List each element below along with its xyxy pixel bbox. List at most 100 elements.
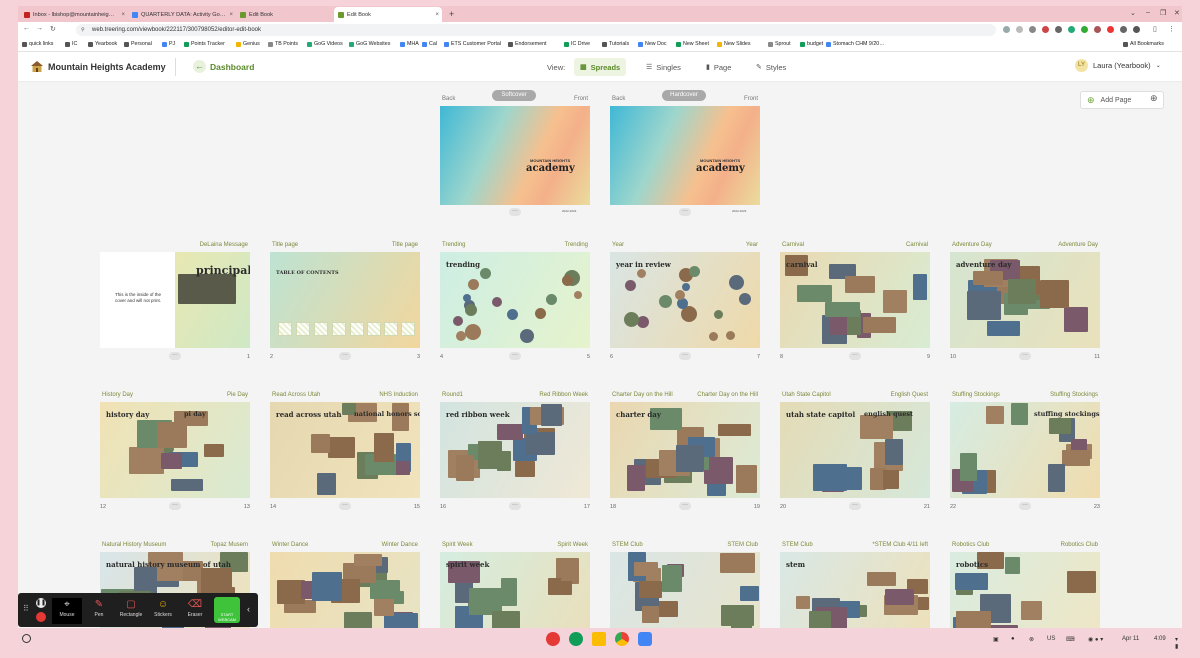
pause-icon[interactable]: ❚❚ xyxy=(36,598,46,608)
view-singles-button[interactable]: ☰ Singles xyxy=(640,58,687,76)
browser-tab-docs[interactable]: QUARTERLY DATA: Activity Go… × xyxy=(128,7,236,22)
tray-icon[interactable]: ⊗ xyxy=(1029,636,1034,643)
tab-search-icon[interactable]: ⌄ xyxy=(1130,9,1136,17)
eraser-tool[interactable]: ⌫ Eraser xyxy=(180,598,210,624)
more-options-icon[interactable]: ··· xyxy=(169,352,181,360)
spread-thumbnail[interactable]: History Day Pie Day history day pi day 12 13 ·… xyxy=(100,392,250,522)
chrome-icon[interactable] xyxy=(615,632,629,646)
spread-thumbnail[interactable]: Carnival Carnival carnival 8 9 ··· xyxy=(780,242,930,372)
extension-icon[interactable] xyxy=(1068,26,1075,33)
bookmark[interactable]: Genius xyxy=(236,41,260,47)
bookmark[interactable]: GoG Websites xyxy=(349,41,390,47)
bookmark[interactable]: quick links xyxy=(22,41,53,47)
back-arrow-icon[interactable]: ← xyxy=(193,60,206,73)
more-options-icon[interactable]: ··· xyxy=(339,352,351,360)
extension-icon[interactable] xyxy=(1042,26,1049,33)
close-icon[interactable]: × xyxy=(229,12,233,18)
hardcover[interactable]: Back Hardcover Front MOUNTAIN HEIGHTS ac… xyxy=(610,90,760,216)
spread-thumbnail[interactable]: Trending Trending trending 4 5 ··· xyxy=(440,242,590,372)
more-options-icon[interactable]: ··· xyxy=(339,502,351,510)
more-options-icon[interactable]: ··· xyxy=(509,208,521,216)
bookmark[interactable]: Personal xyxy=(124,41,152,47)
close-window-icon[interactable]: ✕ xyxy=(1174,9,1180,17)
view-page-button[interactable]: ▮ Page xyxy=(700,58,737,76)
extension-icon[interactable] xyxy=(1055,26,1062,33)
bookmark[interactable]: Points Tracker xyxy=(184,41,225,47)
more-options-icon[interactable]: ··· xyxy=(849,502,861,510)
more-options-icon[interactable]: ··· xyxy=(679,208,691,216)
stop-icon[interactable] xyxy=(36,612,46,622)
all-bookmarks[interactable]: All Bookmarks xyxy=(1123,41,1164,47)
minimize-icon[interactable]: – xyxy=(1146,9,1150,16)
more-options-icon[interactable]: ··· xyxy=(679,352,691,360)
star-icon[interactable] xyxy=(1029,26,1036,33)
bookmark[interactable]: budget xyxy=(800,41,823,47)
bookmark[interactable]: MHA xyxy=(400,41,419,47)
spread-thumbnail[interactable]: Robotics Club Robotics Club robotics xyxy=(950,542,1100,628)
more-options-icon[interactable]: ··· xyxy=(849,352,861,360)
bookmark[interactable]: PJ xyxy=(162,41,175,47)
bookmark[interactable]: ETS Customer Portal xyxy=(444,41,501,47)
profile-avatar[interactable] xyxy=(1133,26,1140,33)
close-icon[interactable]: × xyxy=(435,12,439,18)
spread-thumbnail[interactable]: STEM Club STEM Club xyxy=(610,542,760,628)
extension-icon[interactable] xyxy=(1094,26,1101,33)
launcher-icon[interactable] xyxy=(22,634,31,643)
play-store-icon[interactable] xyxy=(592,632,606,646)
menu-icon[interactable]: ⋮ xyxy=(1168,25,1175,33)
new-tab-button[interactable]: + xyxy=(449,9,454,19)
browser-tab-gmail[interactable]: Inbox - lbishop@mountainheig… × xyxy=(20,7,128,22)
site-info-icon[interactable]: ⚲ xyxy=(81,27,85,33)
spread-thumbnail[interactable]: Year Year year in review 6 7 ··· xyxy=(610,242,760,372)
dashboard-link[interactable]: Dashboard xyxy=(210,62,254,72)
spread-thumbnail[interactable]: Stuffing Stockings Stuffing Stockings stuf… xyxy=(950,392,1100,522)
spread-thumbnail[interactable]: STEM Club *STEM Club 4/11 left stem xyxy=(780,542,930,628)
bookmark[interactable]: New Doc xyxy=(638,41,667,47)
extension-icon[interactable] xyxy=(1003,26,1010,33)
bookmark[interactable]: IC xyxy=(65,41,77,47)
more-options-icon[interactable]: ··· xyxy=(509,502,521,510)
view-styles-button[interactable]: ✎ Styles xyxy=(750,58,792,76)
language-indicator[interactable]: US xyxy=(1047,636,1055,642)
reload-icon[interactable]: ↻ xyxy=(50,25,56,33)
wifi-icon[interactable]: ▾ ▮ xyxy=(1175,636,1182,650)
spread-thumbnail[interactable]: Winter Dance Winter Dance xyxy=(270,542,420,628)
bookmark[interactable]: New Slides xyxy=(717,41,751,47)
collapse-chevron-icon[interactable]: ‹ xyxy=(247,604,250,614)
bookmark[interactable]: Cal xyxy=(422,41,437,47)
more-options-icon[interactable]: ··· xyxy=(509,352,521,360)
pen-tool[interactable]: ✎ Pen xyxy=(84,598,114,624)
drag-handle-icon[interactable]: ⠿ xyxy=(23,604,29,613)
extension-icon[interactable] xyxy=(1081,26,1088,33)
bookmark[interactable]: IC Drive xyxy=(564,41,590,47)
more-options-icon[interactable]: ··· xyxy=(169,502,181,510)
browser-tab-edit-book-active[interactable]: Edit Book × xyxy=(334,7,442,22)
rectangle-tool[interactable]: ▢ Rectangle xyxy=(116,598,146,624)
bookmark[interactable]: Endorsement xyxy=(508,41,547,47)
close-icon[interactable]: × xyxy=(121,12,125,18)
restore-icon[interactable]: ❐ xyxy=(1160,9,1166,17)
clock[interactable]: 4:09 xyxy=(1154,636,1166,642)
mouse-tool[interactable]: ⌖ Mouse xyxy=(52,598,82,624)
softcover[interactable]: Back Softcover Front MOUNTAIN HEIGHTS ac… xyxy=(440,90,590,216)
bookmark[interactable]: TB Points xyxy=(268,41,298,47)
more-options-icon[interactable]: ··· xyxy=(1019,352,1031,360)
more-options-icon[interactable]: ··· xyxy=(1019,502,1031,510)
status-icons[interactable]: ◉ ● ▾ xyxy=(1088,636,1103,643)
bookmark[interactable]: Yearbook xyxy=(88,41,117,47)
bookmark[interactable]: Stomach CHM 9/20… xyxy=(826,41,885,47)
view-spreads-button[interactable]: ▦ Spreads xyxy=(574,58,627,76)
bookmark[interactable]: Sprout xyxy=(768,41,791,47)
bookmark[interactable]: Tutorials xyxy=(602,41,629,47)
spread-thumbnail[interactable]: Round1 Red Ribbon Week red ribbon week 16 17… xyxy=(440,392,590,522)
files-icon[interactable] xyxy=(638,632,652,646)
side-panel-icon[interactable]: ▯ xyxy=(1153,25,1157,33)
app-icon[interactable] xyxy=(546,632,560,646)
tray-icon[interactable]: ⌨ xyxy=(1066,636,1075,643)
spread-thumbnail[interactable]: Adventure Day Adventure Day adventure day 1… xyxy=(950,242,1100,372)
spread-thumbnail[interactable]: Spirit Week Spirit Week spirit week xyxy=(440,542,590,628)
bookmark[interactable]: New Sheet xyxy=(676,41,709,47)
spread-thumbnail[interactable]: Charter Day on the Hill Charter Day on th… xyxy=(610,392,760,522)
extensions-puzzle-icon[interactable] xyxy=(1120,26,1127,33)
spread-thumbnail[interactable]: DeLaina Message This is the inside of the… xyxy=(100,242,250,372)
